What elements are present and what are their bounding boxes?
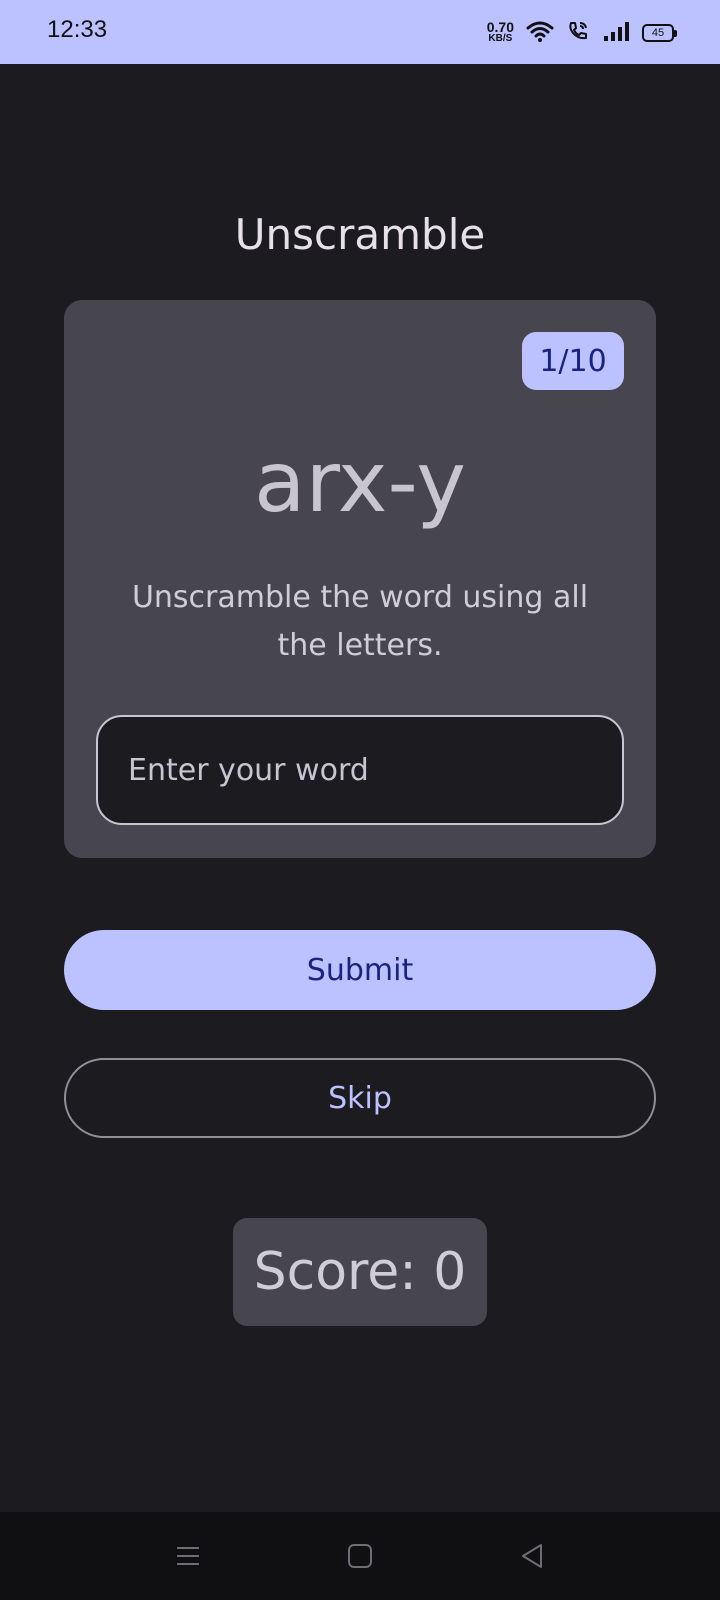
word-counter-badge: 1/10: [522, 332, 624, 390]
score-display: Score: 0: [233, 1218, 487, 1326]
back-icon[interactable]: [508, 1532, 556, 1580]
signal-icon: [602, 19, 630, 47]
scrambled-word: arx-y: [253, 433, 466, 531]
home-icon[interactable]: [336, 1532, 384, 1580]
network-speed-value: 0.70: [486, 19, 514, 35]
skip-button[interactable]: Skip: [64, 1058, 656, 1138]
menu-icon[interactable]: [164, 1532, 212, 1580]
status-icons: 0.70 KB/S 45: [486, 18, 677, 48]
wifi-icon: [526, 19, 554, 47]
network-speed: 0.70 KB/S: [486, 19, 514, 44]
instructions-text: Unscramble the word using all the letter…: [131, 580, 589, 663]
wifi-calling-icon: [566, 19, 590, 47]
submit-button[interactable]: Submit: [64, 930, 656, 1010]
status-bar: 12:33 0.70 KB/S 45: [0, 0, 720, 64]
word-input[interactable]: [96, 715, 624, 825]
page-title: Unscramble: [234, 210, 486, 259]
network-speed-unit: KB/S: [488, 33, 513, 44]
status-time: 12:33: [47, 16, 108, 43]
navigation-bar: [0, 1512, 720, 1600]
battery-icon: 45: [642, 24, 677, 42]
game-card: 1/10 arx-y Unscramble the word using all…: [64, 300, 656, 858]
